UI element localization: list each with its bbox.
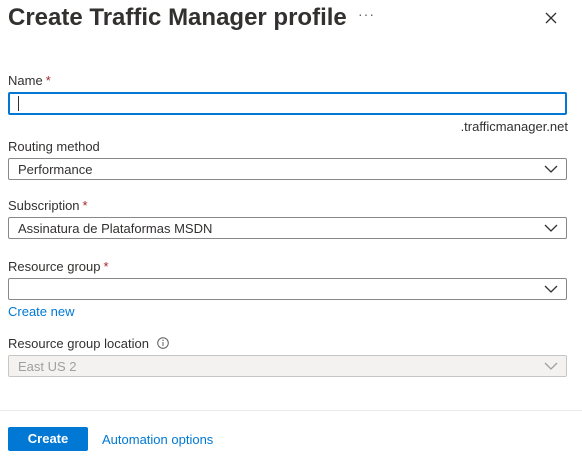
subscription-label-text: Subscription — [8, 198, 80, 213]
chevron-down-icon — [544, 362, 558, 370]
resource-group-label: Resource group * — [8, 259, 109, 274]
routing-method-label: Routing method — [8, 139, 100, 154]
chevron-down-icon — [544, 224, 558, 232]
text-caret — [18, 96, 19, 111]
create-button[interactable]: Create — [8, 427, 88, 451]
required-mark: * — [82, 198, 88, 213]
name-label: Name * — [8, 73, 51, 88]
automation-options-link[interactable]: Automation options — [102, 432, 213, 447]
more-icon[interactable]: ··· — [358, 6, 375, 22]
chevron-down-icon — [544, 285, 558, 293]
chevron-down-icon — [544, 165, 558, 173]
subscription-select[interactable]: Assinatura de Plataformas MSDN — [8, 217, 567, 239]
resource-group-label-text: Resource group — [8, 259, 101, 274]
routing-method-select[interactable]: Performance — [8, 158, 567, 180]
resource-group-select[interactable] — [8, 278, 567, 300]
routing-method-value: Performance — [18, 162, 93, 177]
resource-group-location-select: East US 2 — [8, 355, 567, 377]
info-icon[interactable] — [157, 337, 169, 349]
required-mark: * — [45, 73, 51, 88]
page-title: Create Traffic Manager profile — [8, 4, 347, 31]
create-new-link[interactable]: Create new — [8, 304, 74, 319]
subscription-label: Subscription * — [8, 198, 88, 213]
required-mark: * — [103, 259, 109, 274]
close-icon[interactable] — [541, 8, 561, 28]
footer-divider — [0, 410, 582, 411]
resource-group-location-label: Resource group location — [8, 336, 149, 351]
name-input[interactable] — [8, 92, 567, 115]
name-suffix: .trafficmanager.net — [460, 119, 568, 134]
subscription-value: Assinatura de Plataformas MSDN — [18, 221, 213, 236]
name-label-text: Name — [8, 73, 43, 88]
resource-group-location-value: East US 2 — [18, 359, 77, 374]
